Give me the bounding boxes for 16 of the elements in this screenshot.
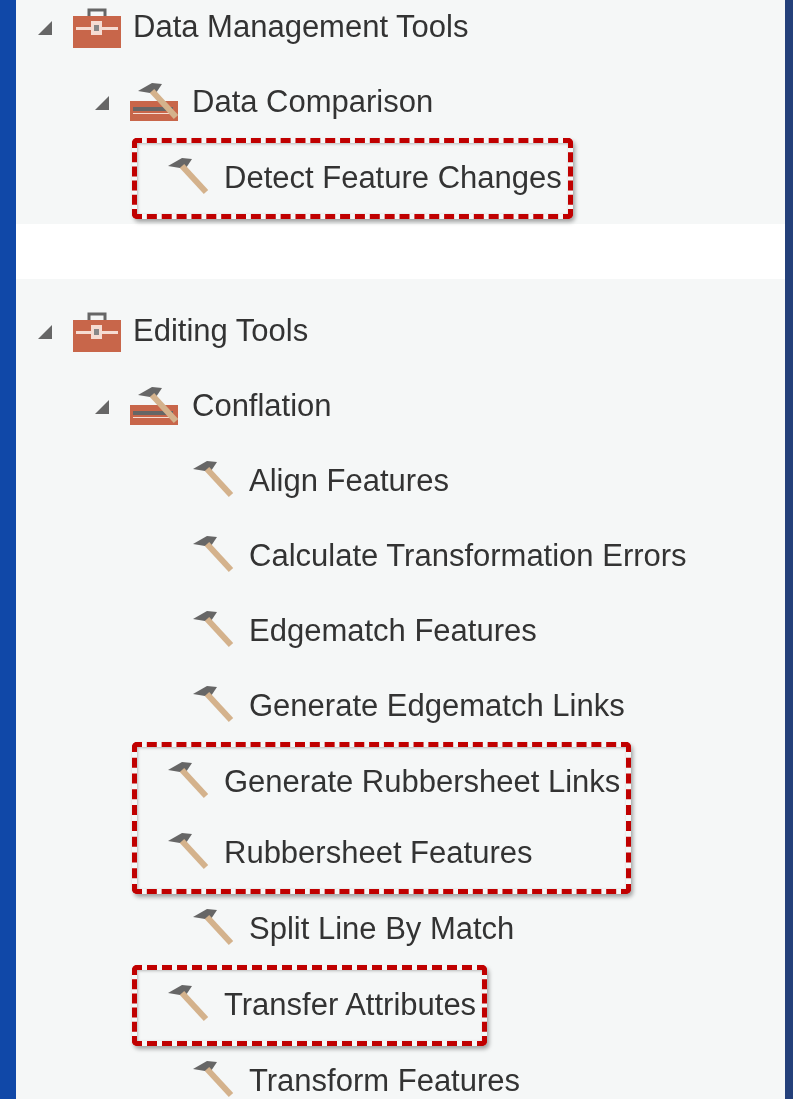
toolbox-icon xyxy=(73,7,121,48)
tree-item[interactable]: Editing Tools xyxy=(16,294,785,369)
tree-item[interactable]: Conflation xyxy=(16,369,785,444)
tree-item[interactable]: Edgematch Features xyxy=(16,594,785,669)
tree-item[interactable]: Transfer Attributes xyxy=(162,970,477,1041)
tree-item[interactable]: Calculate Transformation Errors xyxy=(16,519,785,594)
tree-item[interactable]: Split Line By Match xyxy=(16,892,785,967)
tree-item[interactable]: Generate Edgematch Links xyxy=(16,669,785,744)
tree-item[interactable]: Data Comparison xyxy=(16,65,785,140)
tree-item[interactable]: Rubbersheet Features xyxy=(162,818,621,889)
tree-item[interactable]: Detect Feature Changes xyxy=(162,143,562,214)
tree-item[interactable]: Transform Features xyxy=(16,1044,785,1099)
tree-item[interactable]: Data Management Tools xyxy=(16,0,785,65)
toolbox-icon xyxy=(73,311,121,352)
tree-item[interactable]: Align Features xyxy=(16,444,785,519)
tree-item[interactable]: Generate Rubbersheet Links xyxy=(162,747,621,818)
